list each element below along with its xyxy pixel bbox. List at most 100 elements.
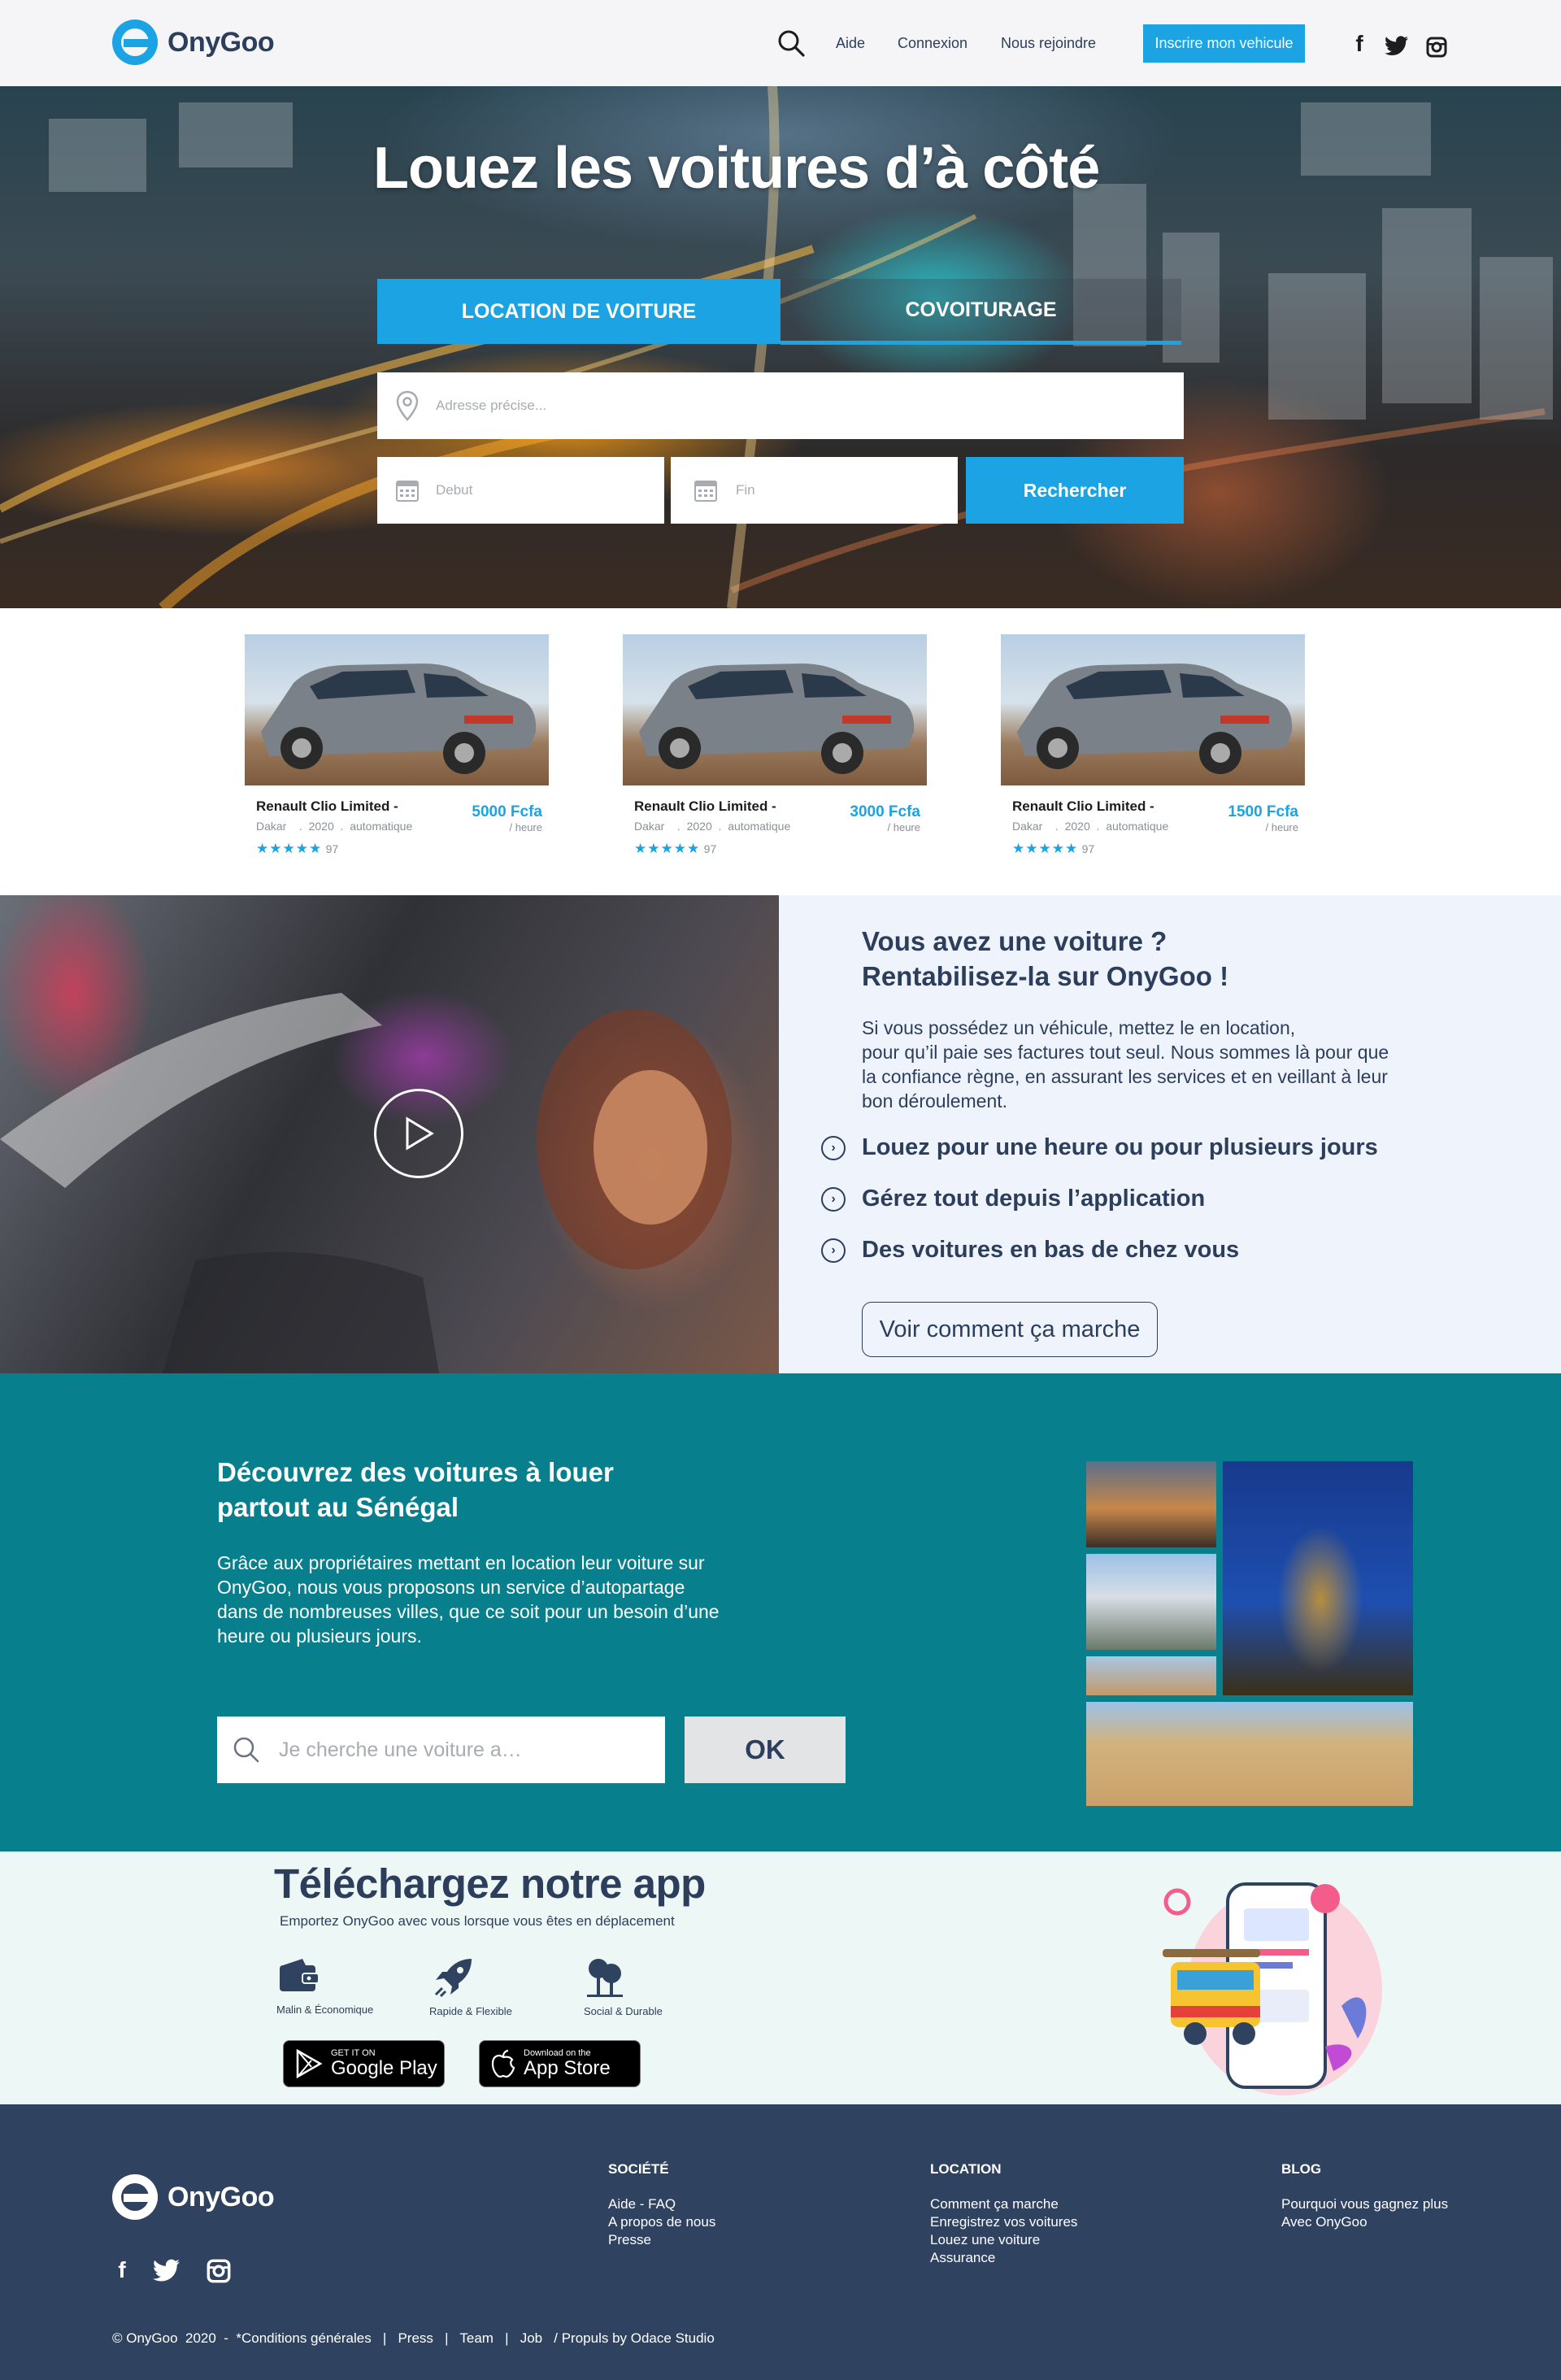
owner-info-panel: Vous avez une voiture ? Rentabilisez-la … [779,895,1561,1373]
feature-economique: Malin & Économique [276,1957,382,2016]
location-pin-icon [396,390,419,421]
feature-item: › Des voitures en bas de chez vous [821,1237,1239,1264]
footer-link[interactable]: Presse [608,2231,715,2249]
nav-connexion[interactable]: Connexion [898,35,967,52]
google-play-button[interactable]: GET IT ON Google Play [283,2040,445,2087]
hero-section: Louez les voitures d’à côté LOCATION DE … [0,86,1561,608]
logo-icon [112,2174,158,2220]
footer-link[interactable]: A propos de nous [608,2213,715,2231]
footer-link[interactable]: Comment ça marche [930,2195,1077,2213]
tab-underline [780,341,1181,345]
rocket-icon [434,1959,472,1998]
footer-link[interactable]: Louez une voiture [930,2231,1077,2249]
register-vehicle-button[interactable]: Inscrire mon vehicule [1143,24,1305,63]
footer-column-location: LOCATION Comment ça marche Enregistrez v… [930,2161,1078,2267]
instagram-icon[interactable] [1426,37,1447,62]
logo-text: OnyGoo [167,2181,275,2212]
logo-text: OnyGoo [167,26,275,58]
discover-title: Découvrez des voitures à louer partout a… [217,1457,614,1522]
start-placeholder: Debut [436,482,473,498]
footer-link[interactable]: Assurance [930,2249,1077,2267]
car-card[interactable]: Renault Clio Limited - Dakar . 2020 . au… [623,634,927,875]
twitter-icon[interactable] [1385,36,1409,61]
address-placeholder: Adresse précise... [436,398,547,413]
tab-location-de-voiture[interactable]: LOCATION DE VOITURE [377,279,780,344]
search-icon [233,1737,259,1763]
wallet-icon [280,1959,320,1991]
apple-icon [491,2049,515,2078]
price-unit: / heure [509,821,542,833]
bridge-photo [1086,1461,1216,1547]
feature-social: Social & Durable [584,1954,689,2017]
owner-description: Si vous possédez un véhicule, mettez le … [862,1017,1389,1112]
app-subtitle: Emportez OnyGoo avec vous lorsque vous ê… [280,1913,675,1929]
city-search-input[interactable]: Je cherche une voiture a… [217,1716,665,1783]
car-price: 3000 Fcfa [850,803,920,820]
logo-icon [112,20,158,65]
feature-rapide: Rapide & Flexible [429,1956,535,2017]
play-button[interactable] [374,1089,463,1178]
twitter-icon[interactable] [153,2259,180,2287]
app-illustration [1163,1882,1382,2095]
tree-icon [587,1959,623,1997]
search-button[interactable]: Rechercher [966,457,1184,524]
footer-column-blog: BLOG Pourquoi vous gagnez plus Avec OnyG… [1281,2161,1449,2231]
tab-covoiturage[interactable]: COVOITURAGE [780,279,1181,341]
review-count: 97 [703,842,717,855]
how-it-works-button[interactable]: Voir comment ça marche [862,1302,1158,1357]
footer-link[interactable]: Avec OnyGoo [1281,2213,1448,2231]
car-card[interactable]: Renault Clio Limited - Dakar . 2020 . au… [1001,634,1305,875]
site-header: OnyGoo Aide Connexion Nous rejoindre Ins… [0,0,1561,86]
car-image [245,634,549,785]
feature-item: › Louez pour une heure ou pour plusieurs … [821,1134,1378,1161]
google-play-icon [296,2049,323,2078]
search-icon[interactable] [776,28,806,62]
calendar-icon [694,481,717,502]
owner-title: Vous avez une voiture ? Rentabilisez-la … [862,926,1229,991]
footer-link[interactable]: Aide - FAQ [608,2195,715,2213]
discover-section: Découvrez des voitures à louer partout a… [0,1373,1561,1851]
discover-description: Grâce aux propriétaires mettant en locat… [217,1552,720,1647]
feature-item: › Gérez tout depuis l’application [821,1186,1205,1212]
play-icon [406,1116,434,1151]
harbor-photo [1086,1656,1216,1695]
city-search-placeholder: Je cherche une voiture a… [279,1738,522,1761]
site-footer: OnyGoo #footer .logo-mark:before{backgro… [0,2104,1561,2380]
chevron-circle-icon: › [821,1186,846,1212]
review-count: 97 [1081,842,1095,855]
monument-photo [1223,1461,1413,1695]
app-download-section: Téléchargez notre app Emportez OnyGoo av… [0,1851,1561,2104]
start-date-field[interactable]: Debut [377,457,664,524]
app-store-button[interactable]: Download on the App Store [479,2040,641,2087]
ok-button[interactable]: OK [685,1716,846,1783]
footer-link[interactable]: Pourquoi vous gagnez plus [1281,2195,1448,2213]
footer-copyright-bar[interactable]: © OnyGoo 2020 - *Conditions générales | … [112,2330,715,2347]
rating-stars: ★★★★★ [634,841,701,856]
car-image [1001,634,1305,785]
rating-stars: ★★★★★ [1012,841,1079,856]
calendar-icon [396,481,419,502]
review-count: 97 [325,842,339,855]
nav-nous-rejoindre[interactable]: Nous rejoindre [1001,35,1096,52]
rating-stars: ★★★★★ [256,841,323,856]
chevron-circle-icon: › [821,1238,846,1263]
footer-column-societe: SOCIÉTÉ Aide - FAQ A propos de nous Pres… [608,2161,716,2249]
footer-link[interactable]: Enregistrez vos voitures [930,2213,1077,2231]
header-logo[interactable]: OnyGoo [112,20,275,65]
hero-title: Louez les voitures d’à côté [373,136,1100,201]
chevron-circle-icon: › [821,1135,846,1160]
nav-aide[interactable]: Aide [836,35,865,52]
facebook-icon[interactable]: f [114,2256,130,2285]
address-field[interactable]: Adresse précise... [377,372,1184,439]
city-photo [1086,1554,1216,1650]
end-placeholder: Fin [736,482,755,498]
end-date-field[interactable]: Fin [671,457,958,524]
facebook-icon[interactable]: f [1350,31,1369,57]
footer-logo[interactable]: OnyGoo [112,2174,275,2220]
car-card[interactable]: Renault Clio Limited - Dakar . 2020 . au… [245,634,549,875]
price-unit: / heure [1265,821,1298,833]
app-title: Téléchargez notre app [274,1860,706,1907]
instagram-icon[interactable] [207,2259,231,2287]
car-price: 5000 Fcfa [472,803,542,820]
car-image [623,634,927,785]
